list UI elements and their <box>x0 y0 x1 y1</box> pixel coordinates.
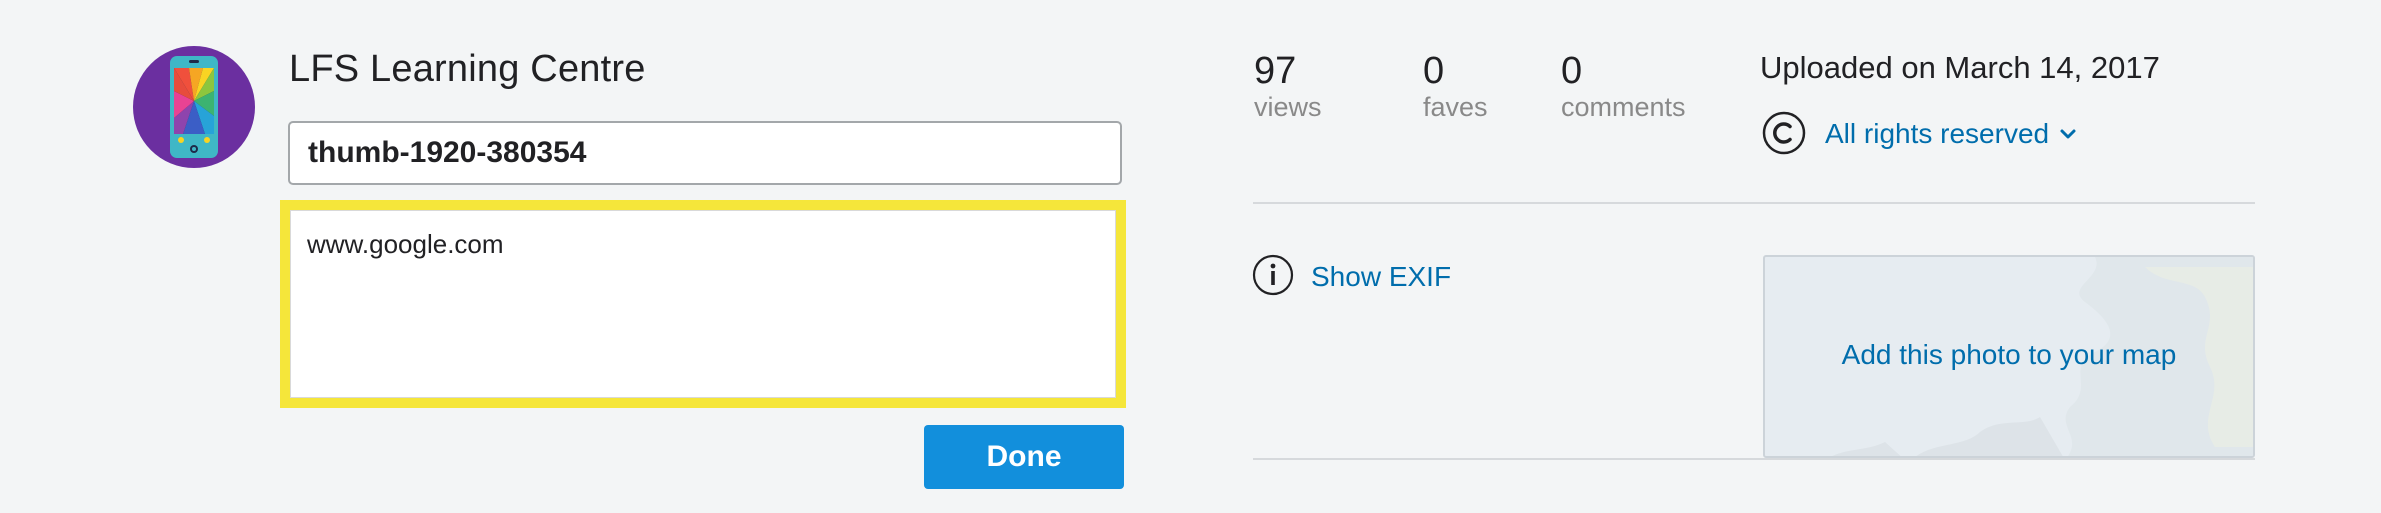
title-input[interactable] <box>288 121 1122 185</box>
description-textarea[interactable]: www.google.com <box>290 210 1116 398</box>
upload-date: Uploaded on March 14, 2017 <box>1760 50 2160 85</box>
map-label: Add this photo to your map <box>1841 339 2177 370</box>
copyright-icon <box>1762 111 1806 155</box>
license-dropdown[interactable]: All rights reserved <box>1825 118 2049 150</box>
stat-value: 0 <box>1561 50 1583 92</box>
info-icon[interactable] <box>1252 254 1294 296</box>
stat-label: comments <box>1561 92 1686 122</box>
stat-views: 97 views <box>1254 52 1322 121</box>
owner-name[interactable]: LFS Learning Centre <box>289 48 646 91</box>
stat-label: faves <box>1423 92 1488 122</box>
avatar[interactable] <box>133 46 255 168</box>
done-button[interactable]: Done <box>924 425 1124 489</box>
stat-label: views <box>1254 92 1322 122</box>
divider <box>1253 202 2255 204</box>
divider <box>1253 458 2255 460</box>
stat-faves: 0 faves <box>1423 52 1488 121</box>
chevron-down-icon[interactable] <box>2059 127 2077 141</box>
stat-comments: 0 comments <box>1561 52 1686 121</box>
stat-value: 0 <box>1423 50 1445 92</box>
phone-icon <box>170 56 218 158</box>
stat-value: 97 <box>1254 50 1297 92</box>
show-exif-link[interactable]: Show EXIF <box>1311 261 1451 293</box>
add-to-map-button[interactable]: Add this photo to your map <box>1763 255 2255 458</box>
description-highlight: www.google.com <box>280 200 1126 408</box>
